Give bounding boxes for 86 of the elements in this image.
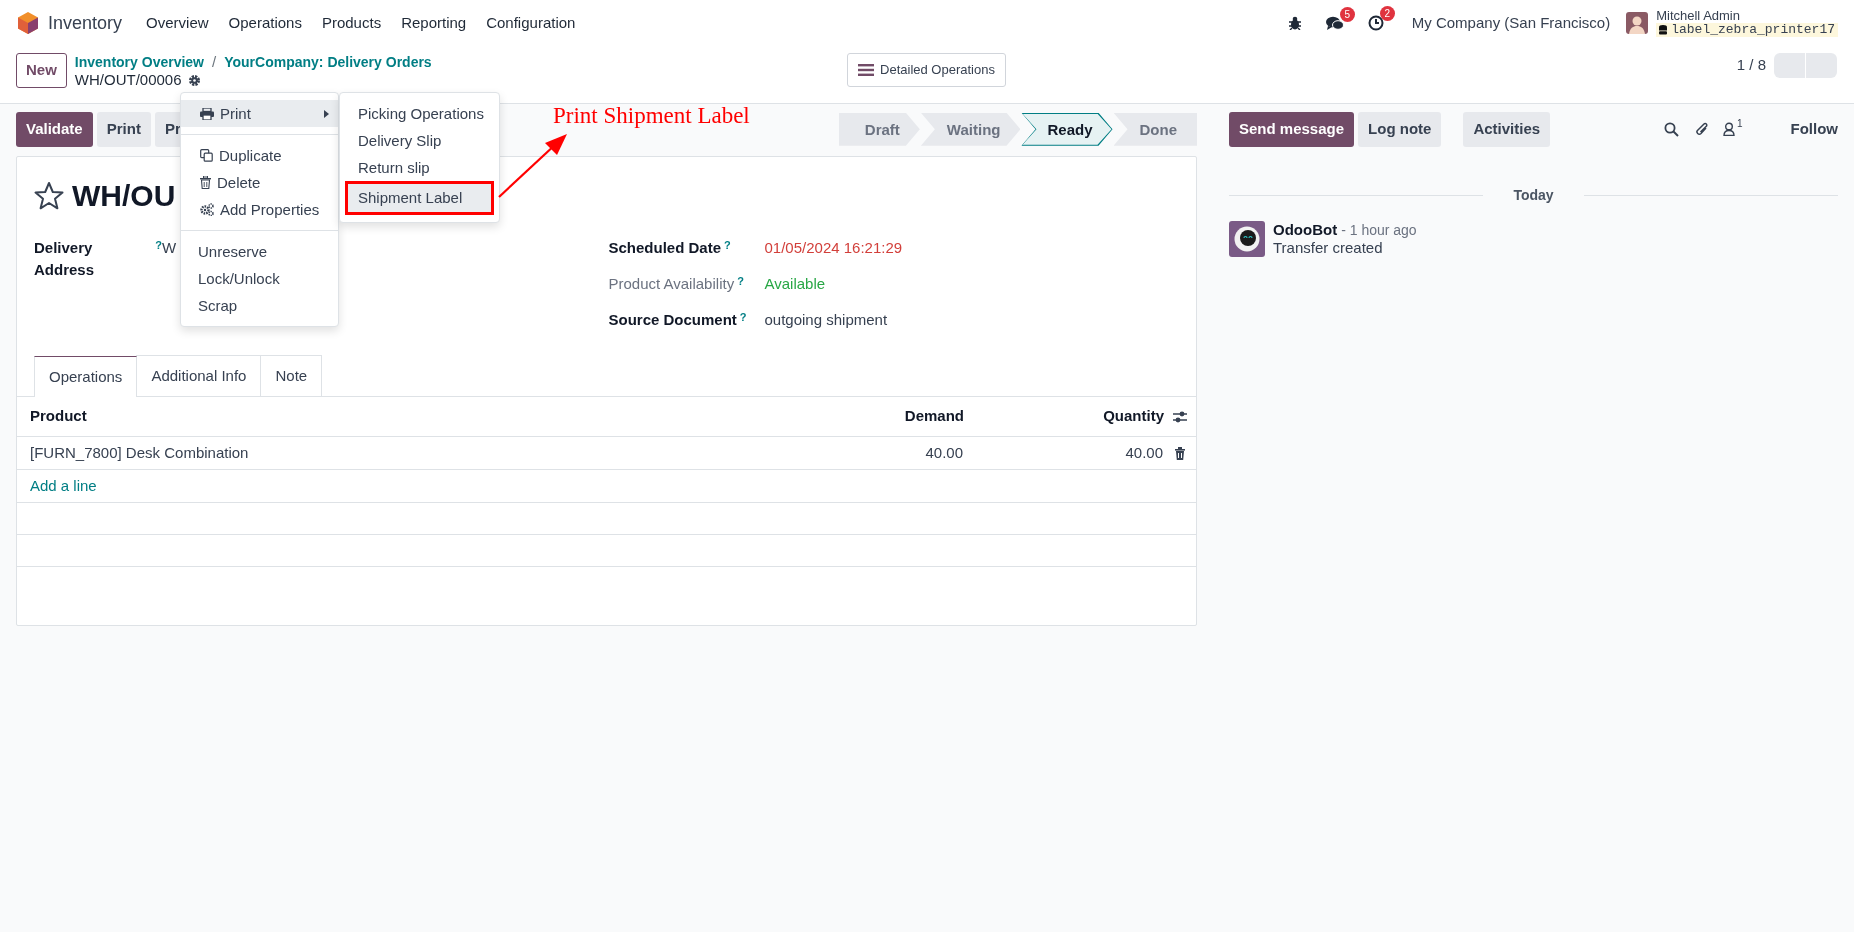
printer-icon [200,107,214,120]
follow-button[interactable]: Follow [1784,117,1838,142]
column-header[interactable]: Product [30,405,764,428]
paperclip-icon[interactable] [1694,121,1709,138]
star-icon[interactable] [34,180,64,211]
status-step[interactable]: Ready [1021,112,1113,146]
add-line-link[interactable]: Add a line [30,474,97,498]
person-icon [1722,122,1735,137]
app-logo-icon [18,12,38,34]
help-icon[interactable]: ? [155,236,162,282]
database-name: label_zebra_printer17 [1671,23,1835,38]
table-cell-text: 40.00 [924,442,963,463]
menu-item[interactable]: Delete [181,169,338,196]
column-toggle-icon[interactable] [1173,410,1187,423]
menu-item[interactable]: Shipment Label [345,181,494,215]
company-switcher[interactable]: My Company (San Francisco) [1411,11,1611,35]
field-value: Available [764,273,826,294]
database-icon [1659,25,1668,36]
pager-value: 1 / 8 [1736,55,1766,76]
chatter-button[interactable]: Log note [1358,112,1442,147]
help-icon[interactable]: ? [739,308,747,331]
menu-icon [858,63,875,76]
help-icon[interactable]: ? [724,236,731,259]
menu-item[interactable]: Overview [136,11,219,35]
action-button[interactable]: Print [96,112,151,147]
menu-item[interactable]: Add Properties [181,196,338,223]
field-value: outgoing shipment [764,309,888,330]
settings-icon[interactable] [187,73,201,87]
column-header[interactable]: Quantity [964,405,1164,428]
menu-item[interactable]: Scrap [181,292,338,319]
count-badge: 5 [1339,6,1355,22]
field-label: Product Availability [608,273,735,294]
message-body: Transfer created [1273,239,1384,258]
tab[interactable]: Note [260,354,323,396]
status-step[interactable]: Waiting [920,112,1021,146]
message-author[interactable]: OdooBot [1273,220,1338,240]
date-separator: Today [1513,185,1554,205]
gears-icon [200,203,214,216]
tab[interactable]: Operations [34,355,138,397]
user-avatar[interactable] [1626,12,1649,34]
app-name[interactable]: Inventory [48,9,123,37]
table-cell-text: [FURN_7800] Desk Combination [30,442,250,463]
status-step[interactable]: Draft [838,112,920,146]
menu-item[interactable]: Operations [218,11,312,35]
menu-item[interactable]: Reporting [391,11,477,35]
record-name: WH/OUT/00006 [74,71,182,89]
field-label: Delivery Address [34,237,96,280]
record-title: WH/OU [72,180,176,211]
caret-icon [324,109,329,118]
bot-avatar [1229,220,1265,257]
breadcrumb-link[interactable]: YourCompany: Delivery Orders [224,53,432,71]
menu-item[interactable]: Delivery Slip [345,127,494,154]
annotation-arrow [497,131,569,201]
menu-item[interactable]: Print [181,100,338,127]
status-step[interactable]: Done [1113,112,1197,146]
menu-item[interactable]: Return slip [345,154,494,181]
breadcrumb-link[interactable]: Inventory Overview [74,53,204,71]
chatter-button[interactable]: Send message [1229,112,1355,147]
trash-icon [200,176,211,189]
field-label: Source Document [608,309,737,330]
field-label: Scheduled Date [608,237,722,258]
clock-icon[interactable] [1367,15,1384,31]
bug-icon[interactable] [1287,16,1302,30]
action-button[interactable]: Validate [16,112,93,147]
help-icon[interactable]: ? [737,272,744,295]
menu-item[interactable]: Picking Operations [345,100,494,127]
trash-icon[interactable] [1174,446,1186,460]
annotation-text: Print Shipment Label [553,102,750,130]
menu-item[interactable]: Products [311,11,392,35]
field-value: W [162,237,177,258]
view-button[interactable]: Detailed Operations [847,53,1006,87]
copy-icon [200,149,213,162]
message-time: - 1 hour ago [1341,221,1417,239]
count-badge: 2 [1379,6,1395,21]
menu-item[interactable]: Lock/Unlock [181,265,338,292]
search-icon[interactable] [1663,121,1679,137]
breadcrumb-separator: / [212,53,217,71]
chat-icon[interactable] [1325,15,1344,31]
menu-item[interactable]: Configuration [476,11,586,35]
new-button[interactable]: New [16,53,67,88]
user-name[interactable]: Mitchell Admin [1656,8,1838,23]
menu-item[interactable]: Unreserve [181,238,338,265]
column-header[interactable]: Demand [764,405,964,428]
table-cell-text: 40.00 [1124,442,1163,463]
activities-button[interactable]: Activities [1463,112,1551,147]
field-value: 01/05/2024 16:21:29 [764,237,903,258]
